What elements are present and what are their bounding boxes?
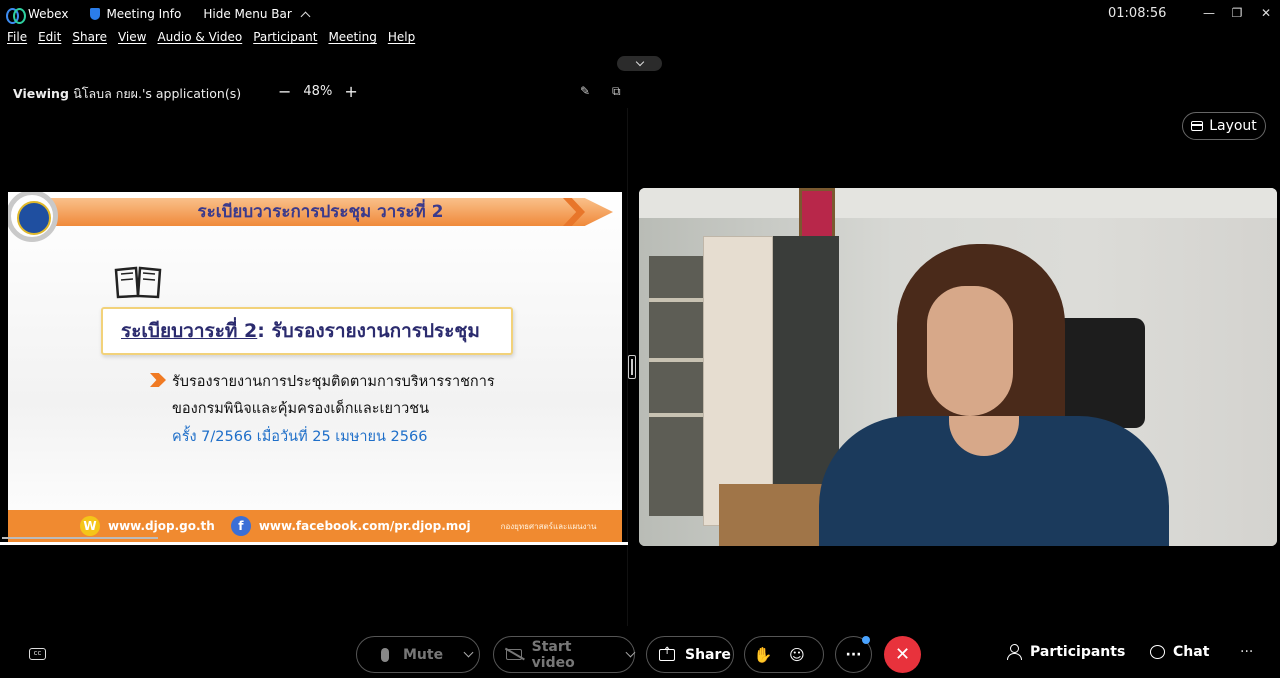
footer-department: กองยุทธศาสตร์และแผนงาน (500, 521, 597, 531)
video-painting (799, 188, 835, 240)
meeting-timer: 01:08:56 (1108, 6, 1167, 21)
menu-meeting[interactable]: Meeting (328, 30, 376, 52)
meeting-info-label: Meeting Info (106, 7, 182, 21)
camera-off-icon (506, 649, 522, 660)
footer-facebook: www.facebook.com/pr.djop.moj (258, 519, 471, 533)
menu-edit[interactable]: Edit (38, 30, 61, 52)
slide-body-line-2: ของกรมพินิจและคุ้มครองเด็กและเยาวชน (172, 401, 430, 417)
pop-out-icon[interactable]: ⧉ (612, 84, 628, 98)
layout-label: Layout (1209, 118, 1257, 134)
chevron-down-icon[interactable] (463, 647, 474, 658)
website-icon: W (80, 516, 100, 536)
menu-participant[interactable]: Participant (253, 30, 317, 52)
slide-header: ระเบียบวาระการประชุม วาระที่ 2 (197, 202, 444, 222)
video-shelf (649, 256, 707, 516)
video-cabinet (703, 236, 773, 526)
zoom-out-button[interactable]: − (278, 82, 291, 101)
app-title: Webex (6, 7, 69, 24)
menu-view[interactable]: View (118, 30, 146, 52)
microphone-icon (381, 647, 389, 662)
zoom-in-button[interactable]: + (344, 82, 357, 101)
reactions-group: ✋ ☺ (744, 636, 824, 673)
shared-content-panel: ระเบียบวาระการประชุม วาระที่ 2 ระเบียบวา… (0, 108, 628, 626)
viewing-label: Viewing นิโลบล กยผ.'s application(s) (13, 84, 241, 104)
meeting-controls: cc Mute Start video Share ✋ ☺ ··· ✕ Part… (0, 632, 1280, 678)
zoom-level: 48% (303, 84, 333, 99)
layout-icon (1191, 121, 1204, 131)
ministry-emblem-icon (8, 192, 58, 242)
leave-meeting-button[interactable]: ✕ (884, 636, 921, 673)
raise-hand-icon[interactable]: ✋ (753, 646, 773, 664)
presentation-slide: ระเบียบวาระการประชุม วาระที่ 2 ระเบียบวา… (8, 192, 622, 542)
hide-menu-bar-button[interactable]: Hide Menu Bar (203, 7, 311, 21)
agenda-title-box: ระเบียบวาระที่ 2 : รับรองรายงานการประชุม (101, 307, 513, 355)
agenda-title: : รับรองรายงานการประชุม (257, 320, 480, 342)
app-name: Webex (28, 7, 69, 21)
video-person-body (819, 416, 1169, 546)
agenda-label: ระเบียบวาระที่ 2 (121, 320, 258, 342)
chat-button[interactable]: Chat (1150, 644, 1209, 660)
menu-file[interactable]: File (7, 30, 27, 52)
presenter-name: นิโลบล กยผ.'s application(s) (73, 86, 242, 101)
notification-dot (862, 636, 870, 644)
participants-icon (1006, 644, 1022, 660)
chat-icon (1150, 645, 1165, 659)
restore-button[interactable]: ❐ (1227, 4, 1247, 22)
annotate-icon[interactable]: ✎ (580, 84, 596, 98)
chat-label: Chat (1173, 644, 1210, 660)
viewing-prefix: Viewing (13, 86, 69, 101)
facebook-icon: f (230, 516, 251, 536)
bullet-arrow-icon (150, 373, 166, 387)
video-cabinet-dark (773, 236, 839, 486)
closed-captions-button[interactable]: cc (29, 648, 46, 660)
share-scrollbar[interactable] (2, 537, 158, 539)
menu-help[interactable]: Help (388, 30, 415, 52)
menu-bar: File Edit Share View Audio & Video Parti… (0, 30, 419, 52)
slide-bottom-border (0, 542, 628, 545)
webex-logo-icon (6, 8, 26, 24)
layout-button[interactable]: Layout (1182, 112, 1266, 140)
share-label: Share (685, 646, 731, 663)
video-person-face (927, 286, 1013, 416)
share-button[interactable]: Share (646, 636, 734, 673)
chevron-down-icon (635, 57, 644, 66)
participant-video[interactable] (639, 188, 1277, 546)
slide-body-line-3: ครั้ง 7/2566 เมื่อวันที่ 25 เมษายน 2566 (172, 429, 428, 445)
chevron-down-icon[interactable] (625, 647, 636, 658)
hide-menu-bar-label: Hide Menu Bar (203, 7, 292, 21)
video-ceiling (639, 188, 1277, 218)
meeting-info-button[interactable]: Meeting Info (90, 7, 181, 21)
reactions-icon[interactable]: ☺ (787, 646, 807, 664)
start-video-button[interactable]: Start video (493, 636, 636, 673)
share-screen-icon (659, 646, 675, 661)
shield-icon (90, 8, 101, 20)
mute-button[interactable]: Mute (356, 636, 480, 673)
mute-label: Mute (403, 646, 444, 663)
collapse-toolbar-button[interactable] (617, 56, 662, 71)
footer-website: www.djop.go.th (108, 519, 215, 533)
book-icon (114, 266, 162, 299)
menu-audio-video[interactable]: Audio & Video (157, 30, 242, 52)
zoom-control: − 48% + (278, 82, 358, 101)
slide-body-line-1: รับรองรายงานการประชุมติดตามการบริหารราชก… (172, 374, 495, 390)
chevron-up-icon (300, 11, 311, 21)
panel-resize-handle[interactable] (628, 355, 636, 379)
video-shelf-board (649, 413, 707, 417)
close-button[interactable]: ✕ (1256, 4, 1276, 22)
minimize-button[interactable]: — (1199, 4, 1219, 22)
overflow-menu-button[interactable]: ··· (1240, 644, 1253, 660)
video-shelf-board (649, 358, 707, 362)
menu-share[interactable]: Share (72, 30, 107, 52)
title-bar: Webex Meeting Info Hide Menu Bar 01:08:5… (0, 0, 1280, 28)
start-video-label: Start video (531, 638, 575, 671)
participants-label: Participants (1030, 644, 1126, 660)
video-shelf-board (649, 298, 707, 302)
participants-button[interactable]: Participants (1006, 644, 1125, 660)
